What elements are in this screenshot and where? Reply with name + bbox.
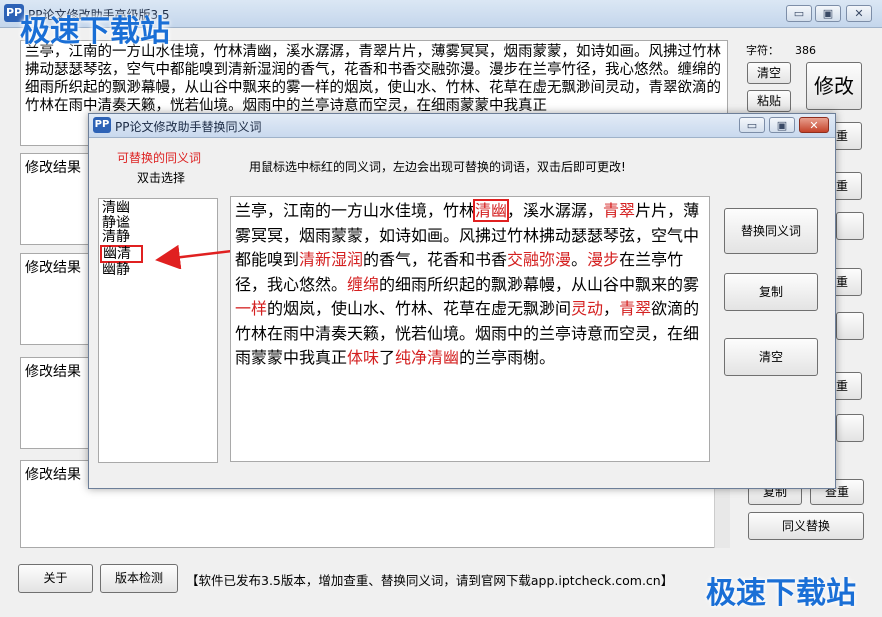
result-panel-3[interactable]: 修改结果 [20,357,90,449]
highlighted-synonym-word[interactable]: 纯净清幽 [395,348,459,367]
result-label-2: 修改结果 [25,260,81,276]
document-text-segment: ，溪水潺潺， [507,201,604,220]
selected-synonym-word[interactable]: 清幽 [473,199,510,222]
dialog-title: PP论文修改助手替换同义词 [115,120,262,134]
side-button-2[interactable] [836,312,864,340]
instruction-text: 用鼠标选中标红的同义词，左边会出现可替换的词语，双击后即可更改! [249,160,626,174]
highlighted-synonym-word[interactable]: 漫步 [587,250,619,269]
dialog-copy-button[interactable]: 复制 [724,273,818,311]
close-button[interactable]: ✕ [846,5,872,22]
side-button-3[interactable] [836,414,864,442]
side-button-1[interactable] [836,212,864,240]
synonym-replace-button[interactable]: 同义替换 [748,512,864,540]
synonym-label: 可替换的同义词 [117,151,202,165]
highlighted-synonym-word[interactable]: 青翠 [603,201,635,220]
document-text: 兰亭，江南的一方山水佳境，竹林清幽，溪水潺潺，青翠片片，薄雾冥冥，烟雨蒙蒙，如诗… [235,199,705,371]
dialog-clear-button[interactable]: 清空 [724,338,818,376]
maximize-button[interactable]: ▣ [815,5,841,22]
replace-synonym-button[interactable]: 替换同义词 [724,208,818,254]
dialog-close-button[interactable]: ✕ [799,117,829,133]
watermark-bottom: 极速下载站 [706,576,856,611]
source-text: 兰亭，江南的一方山水佳境，竹林清幽，溪水潺潺，青翠片片，薄雾冥冥，烟雨蒙蒙，如诗… [25,44,721,114]
synonym-dialog: PP PP论文修改助手替换同义词 ▭ ▣ ✕ 可替换的同义词 双击选择 用鼠标选… [88,113,836,489]
document-text-segment: 的细雨所织起的飘渺幕幔，从山谷中飘来的雾 [379,274,700,294]
dialog-minimize-button[interactable]: ▭ [739,117,765,133]
result-label-3: 修改结果 [25,364,81,380]
version-check-button[interactable]: 版本检测 [100,564,178,593]
status-text: 【软件已发布3.5版本，增加查重、替换同义词，请到官网下载app.iptchec… [186,573,674,588]
modify-button[interactable]: 修改 [806,62,862,110]
document-text-segment: 了 [379,348,396,367]
highlighted-synonym-word[interactable]: 体味 [347,348,379,367]
result-panel-2[interactable]: 修改结果 [20,253,90,345]
document-text-segment: 的烟岚，使山水、竹林、花草在虚无飘渺间 [267,299,572,318]
paste-button[interactable]: 粘贴 [747,90,791,112]
char-count-value: 386 [795,44,816,57]
highlighted-synonym-word[interactable]: 青翠 [619,299,651,318]
document-text-segment: 。 [571,250,588,269]
highlighted-synonym-word[interactable]: 一样 [235,299,267,318]
about-button[interactable]: 关于 [18,564,93,593]
document-text-segment: ， [603,299,620,318]
dialog-maximize-button[interactable]: ▣ [769,117,795,133]
dialog-titlebar: PP PP论文修改助手替换同义词 ▭ ▣ ✕ [89,114,835,138]
document-text-segment: 的香气，花香和书香 [363,250,508,269]
document-text-segment: 的兰亭雨榭。 [459,348,556,367]
synonym-item-selected[interactable]: 幽清 [100,244,143,263]
result-label-1: 修改结果 [25,160,81,176]
highlighted-synonym-word[interactable]: 交融弥漫 [507,250,571,269]
clear-source-button[interactable]: 清空 [747,62,791,84]
minimize-button[interactable]: ▭ [786,5,812,22]
highlighted-synonym-word[interactable]: 缠绵 [347,275,379,294]
highlighted-synonym-word[interactable]: 灵动 [571,299,603,318]
document-text-segment: 兰亭，江南的一方山水佳境，竹林 [235,201,476,220]
result-panel-1[interactable]: 修改结果 [20,153,90,245]
watermark-top: 极速下载站 [20,14,170,49]
char-count-label: 字符： [746,44,779,57]
double-click-label: 双击选择 [137,171,186,185]
dialog-app-icon: PP [93,117,111,133]
highlighted-synonym-word[interactable]: 清新湿润 [299,250,363,269]
document-text-box[interactable]: 兰亭，江南的一方山水佳境，竹林清幽，溪水潺潺，青翠片片，薄雾冥冥，烟雨蒙蒙，如诗… [230,196,710,462]
char-count: 字符： 386 [746,42,816,58]
